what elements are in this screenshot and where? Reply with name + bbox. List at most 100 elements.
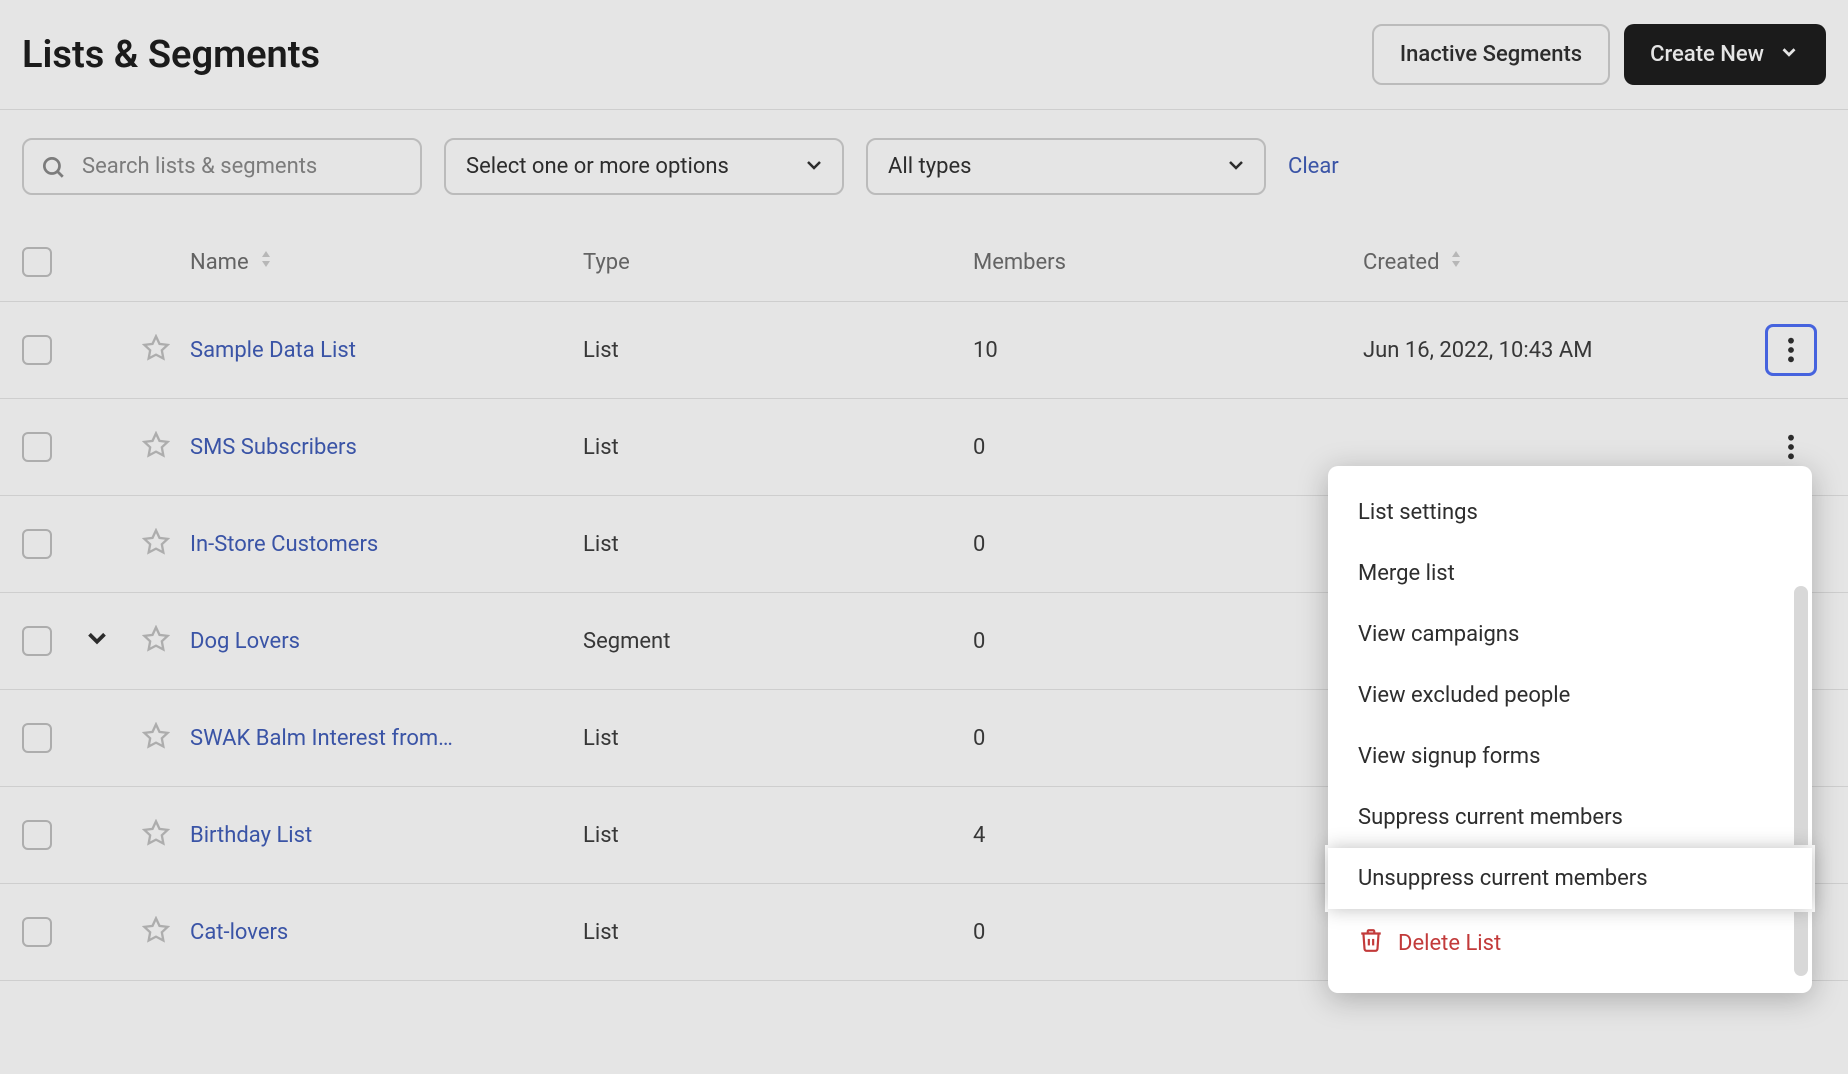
search-icon — [40, 154, 66, 180]
row-name-cell: SMS Subscribers — [190, 435, 583, 460]
menu-item-label: Delete List — [1398, 931, 1501, 956]
search-wrapper — [22, 138, 422, 195]
inactive-segments-button[interactable]: Inactive Segments — [1372, 24, 1610, 85]
create-new-label: Create New — [1650, 42, 1764, 67]
star-icon[interactable] — [142, 527, 172, 557]
row-name-cell: Cat-lovers — [190, 920, 583, 945]
menu-item[interactable]: Merge list — [1328, 543, 1812, 604]
row-name-link[interactable]: Cat-lovers — [190, 920, 288, 945]
create-new-button[interactable]: Create New — [1624, 24, 1826, 85]
row-members: 0 — [973, 435, 1363, 460]
row-checkbox-cell — [22, 723, 82, 753]
row-name-cell: Sample Data List — [190, 338, 583, 363]
row-members: 0 — [973, 532, 1363, 557]
menu-item[interactable]: View signup forms — [1328, 726, 1812, 787]
menu-item-label: View campaigns — [1358, 622, 1519, 647]
row-name-cell: Birthday List — [190, 823, 583, 848]
menu-item-label: View excluded people — [1358, 683, 1570, 708]
chevron-down-icon[interactable] — [82, 623, 112, 653]
menu-item[interactable]: Unsuppress current members — [1328, 848, 1812, 909]
menu-item[interactable]: List settings — [1328, 482, 1812, 543]
row-type: List — [583, 823, 973, 848]
row-type: List — [583, 338, 973, 363]
row-type: List — [583, 435, 973, 460]
row-name-link[interactable]: SMS Subscribers — [190, 435, 357, 460]
row-actions-menu: List settings Merge list View campaigns Vie… — [1328, 466, 1812, 993]
row-name-link[interactable]: Sample Data List — [190, 338, 356, 363]
tags-select[interactable]: Select one or more options — [444, 138, 844, 195]
clear-filters-link[interactable]: Clear — [1288, 154, 1339, 179]
row-created: Jun 16, 2022, 10:43 AM — [1363, 338, 1756, 363]
menu-item[interactable]: Suppress current members — [1328, 787, 1812, 848]
row-name-link[interactable]: In-Store Customers — [190, 532, 378, 557]
sort-icon — [259, 249, 273, 275]
row-members: 0 — [973, 726, 1363, 751]
row-checkbox-cell — [22, 335, 82, 365]
row-members: 10 — [973, 338, 1363, 363]
row-checkbox-cell — [22, 432, 82, 462]
chevron-down-icon — [1778, 41, 1800, 69]
row-checkbox-cell — [22, 820, 82, 850]
menu-item[interactable]: View campaigns — [1328, 604, 1812, 665]
header-checkbox-cell — [22, 247, 82, 277]
menu-item-label: Merge list — [1358, 561, 1455, 586]
search-input[interactable] — [22, 138, 422, 195]
sort-icon — [1449, 249, 1463, 275]
row-actions-cell — [1756, 324, 1826, 376]
row-name-link[interactable]: SWAK Balm Interest from… — [190, 726, 453, 751]
created-column-header[interactable]: Created — [1363, 249, 1756, 275]
row-members: 0 — [973, 629, 1363, 654]
row-name-link[interactable]: Dog Lovers — [190, 629, 300, 654]
select-all-checkbox[interactable] — [22, 247, 52, 277]
types-select-wrapper: All types — [866, 138, 1266, 195]
row-type: List — [583, 726, 973, 751]
row-checkbox[interactable] — [22, 529, 52, 559]
type-column-header: Type — [583, 250, 973, 275]
row-checkbox[interactable] — [22, 917, 52, 947]
star-icon[interactable] — [142, 915, 172, 945]
menu-item-label: View signup forms — [1358, 744, 1540, 769]
name-header-label: Name — [190, 250, 249, 275]
header-actions: Inactive Segments Create New — [1372, 24, 1826, 85]
row-name-link[interactable]: Birthday List — [190, 823, 312, 848]
table-header-row: Name Type Members Created — [0, 223, 1848, 302]
row-name-cell: In-Store Customers — [190, 532, 583, 557]
page-header: Lists & Segments Inactive Segments Creat… — [0, 0, 1848, 110]
row-checkbox[interactable] — [22, 335, 52, 365]
star-icon[interactable] — [142, 624, 172, 654]
row-star-cell — [142, 430, 190, 465]
row-name-cell: Dog Lovers — [190, 629, 583, 654]
row-star-cell — [142, 818, 190, 853]
tags-select-wrapper: Select one or more options — [444, 138, 844, 195]
name-column-header[interactable]: Name — [190, 249, 583, 275]
row-checkbox[interactable] — [22, 626, 52, 656]
created-header-label: Created — [1363, 250, 1439, 275]
row-type: List — [583, 532, 973, 557]
filters-bar: Select one or more options All types Cle… — [0, 110, 1848, 223]
menu-item-label: List settings — [1358, 500, 1478, 525]
row-checkbox[interactable] — [22, 820, 52, 850]
menu-scrollbar[interactable] — [1794, 586, 1808, 976]
members-column-header: Members — [973, 250, 1363, 275]
row-checkbox-cell — [22, 529, 82, 559]
trash-icon — [1358, 927, 1384, 959]
row-type: List — [583, 920, 973, 945]
star-icon[interactable] — [142, 721, 172, 751]
page-title: Lists & Segments — [22, 33, 320, 77]
row-star-cell — [142, 333, 190, 368]
menu-item[interactable]: Delete List — [1328, 909, 1812, 977]
row-type: Segment — [583, 629, 973, 654]
row-star-cell — [142, 624, 190, 659]
menu-item-label: Suppress current members — [1358, 805, 1623, 830]
row-checkbox[interactable] — [22, 432, 52, 462]
star-icon[interactable] — [142, 818, 172, 848]
row-checkbox[interactable] — [22, 723, 52, 753]
types-select[interactable]: All types — [866, 138, 1266, 195]
kebab-menu-button[interactable] — [1765, 324, 1817, 376]
star-icon[interactable] — [142, 333, 172, 363]
row-star-cell — [142, 915, 190, 950]
row-checkbox-cell — [22, 626, 82, 656]
menu-item[interactable]: View excluded people — [1328, 665, 1812, 726]
star-icon[interactable] — [142, 430, 172, 460]
table-row: Sample Data List List10Jun 16, 2022, 10:4… — [0, 302, 1848, 399]
